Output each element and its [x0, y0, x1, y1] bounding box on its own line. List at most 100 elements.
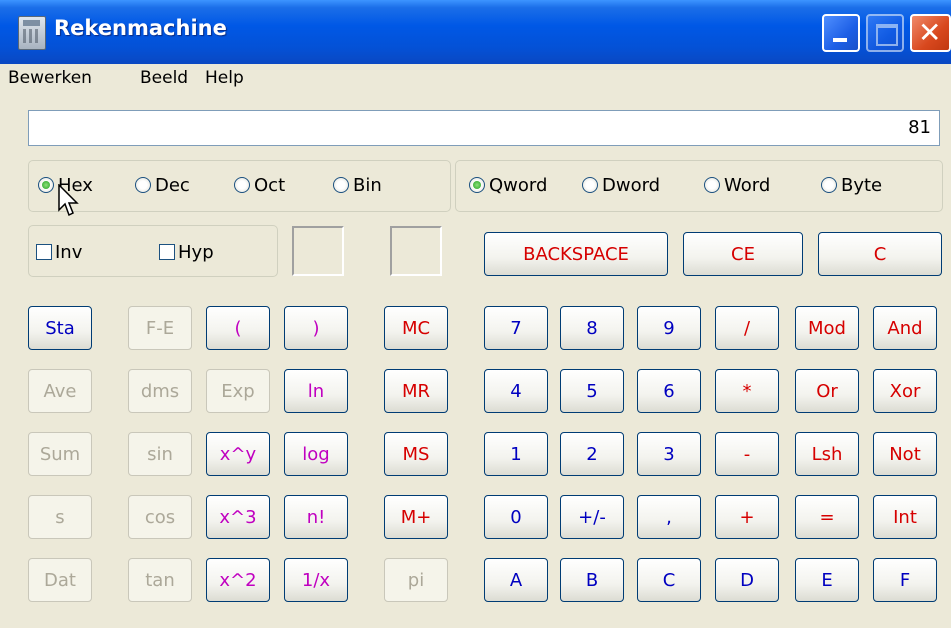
- key-nfact-button[interactable]: n!: [284, 495, 348, 539]
- key-minus-button[interactable]: -: [715, 432, 779, 476]
- key-dat-button[interactable]: Dat: [28, 558, 92, 602]
- key-9-button[interactable]: 9: [637, 306, 701, 350]
- menu-bar: Bewerken Beeld Help: [0, 64, 951, 94]
- radio-dword-indicator: [582, 177, 598, 193]
- key-mr-button[interactable]: MR: [384, 369, 448, 413]
- radio-oct[interactable]: Oct: [234, 175, 285, 196]
- radio-byte-indicator: [821, 177, 837, 193]
- key-f-button[interactable]: F: [873, 558, 937, 602]
- key-mc-button[interactable]: MC: [384, 306, 448, 350]
- key-mplus-button[interactable]: M+: [384, 495, 448, 539]
- key-equals-button[interactable]: =: [795, 495, 859, 539]
- key-2-button[interactable]: 2: [560, 432, 624, 476]
- radio-dec[interactable]: Dec: [135, 175, 190, 196]
- key-b-button[interactable]: B: [560, 558, 624, 602]
- key-sum-button[interactable]: Sum: [28, 432, 92, 476]
- key-lparen-button[interactable]: (: [206, 306, 270, 350]
- radio-dword[interactable]: Dword: [582, 175, 660, 196]
- radio-qword-label: Qword: [489, 175, 548, 196]
- key-fminuse-button[interactable]: F-E: [128, 306, 192, 350]
- ce-button[interactable]: CE: [683, 232, 803, 276]
- key-6-button[interactable]: 6: [637, 369, 701, 413]
- calculator-icon: [18, 16, 46, 50]
- key-c-button[interactable]: C: [637, 558, 701, 602]
- radio-word-indicator: [704, 177, 720, 193]
- inv-checkbox-box: [36, 244, 52, 260]
- hyp-label: Hyp: [178, 242, 214, 263]
- radio-oct-indicator: [234, 177, 250, 193]
- key-d-button[interactable]: D: [715, 558, 779, 602]
- radio-bin-label: Bin: [353, 175, 382, 196]
- radio-word[interactable]: Word: [704, 175, 770, 196]
- key-rparen-button[interactable]: ): [284, 306, 348, 350]
- key-sin-button[interactable]: sin: [128, 432, 192, 476]
- key-mod-button[interactable]: Mod: [795, 306, 859, 350]
- key-mul-button[interactable]: *: [715, 369, 779, 413]
- menu-beeld[interactable]: Beeld: [140, 68, 188, 88]
- key-4-button[interactable]: 4: [484, 369, 548, 413]
- maximize-icon: [876, 24, 898, 46]
- radio-oct-label: Oct: [254, 175, 286, 196]
- key-s-button[interactable]: s: [28, 495, 92, 539]
- key-xor-button[interactable]: Xor: [873, 369, 937, 413]
- menu-bewerken[interactable]: Bewerken: [8, 68, 92, 88]
- radio-dword-label: Dword: [602, 175, 661, 196]
- close-icon: ✕: [918, 16, 942, 49]
- key-and-button[interactable]: And: [873, 306, 937, 350]
- key-3-button[interactable]: 3: [637, 432, 701, 476]
- key-or-button[interactable]: Or: [795, 369, 859, 413]
- key-dms-button[interactable]: dms: [128, 369, 192, 413]
- radio-byte-label: Byte: [841, 175, 883, 196]
- key-sta-button[interactable]: Sta: [28, 306, 92, 350]
- key-7-button[interactable]: 7: [484, 306, 548, 350]
- key-8-button[interactable]: 8: [560, 306, 624, 350]
- inv-label: Inv: [55, 242, 83, 263]
- radio-hex-indicator: [38, 177, 54, 193]
- inv-checkbox[interactable]: Inv: [36, 242, 82, 263]
- maximize-button[interactable]: [866, 14, 904, 52]
- key-1divx-button[interactable]: 1/x: [284, 558, 348, 602]
- hyp-checkbox-box: [159, 244, 175, 260]
- radio-word-label: Word: [724, 175, 771, 196]
- key-tan-button[interactable]: tan: [128, 558, 192, 602]
- key-0-button[interactable]: 0: [484, 495, 548, 539]
- key-exp-button[interactable]: Exp: [206, 369, 270, 413]
- key-a-button[interactable]: A: [484, 558, 548, 602]
- radio-qword[interactable]: Qword: [469, 175, 547, 196]
- key-ave-button[interactable]: Ave: [28, 369, 92, 413]
- key-xpow2-button[interactable]: x^2: [206, 558, 270, 602]
- key-int-button[interactable]: Int: [873, 495, 937, 539]
- key-plus-button[interactable]: +: [715, 495, 779, 539]
- radio-bin-indicator: [333, 177, 349, 193]
- parenthesis-indicator: [292, 226, 344, 276]
- key-e-button[interactable]: E: [795, 558, 859, 602]
- hyp-checkbox[interactable]: Hyp: [159, 242, 214, 263]
- key-cos-button[interactable]: cos: [128, 495, 192, 539]
- key-1-button[interactable]: 1: [484, 432, 548, 476]
- key-pi-button[interactable]: pi: [384, 558, 448, 602]
- key-not-button[interactable]: Not: [873, 432, 937, 476]
- menu-help[interactable]: Help: [205, 68, 244, 88]
- key-xpowy-button[interactable]: x^y: [206, 432, 270, 476]
- key-lsh-button[interactable]: Lsh: [795, 432, 859, 476]
- key-ln-button[interactable]: ln: [284, 369, 348, 413]
- key-div-button[interactable]: /: [715, 306, 779, 350]
- radio-qword-indicator: [469, 177, 485, 193]
- calculator-window: Rekenmachine ✕ Bewerken Beeld Help 81 He…: [0, 0, 951, 628]
- key-comma-button[interactable]: ,: [637, 495, 701, 539]
- key-ms-button[interactable]: MS: [384, 432, 448, 476]
- mouse-cursor-icon: [58, 184, 79, 217]
- c-button[interactable]: C: [818, 232, 942, 276]
- close-button[interactable]: ✕: [910, 14, 951, 52]
- radio-byte[interactable]: Byte: [821, 175, 882, 196]
- window-title: Rekenmachine: [54, 16, 227, 40]
- minimize-button[interactable]: [822, 14, 860, 52]
- title-bar[interactable]: Rekenmachine ✕: [0, 0, 951, 64]
- radio-bin[interactable]: Bin: [333, 175, 382, 196]
- key-log-button[interactable]: log: [284, 432, 348, 476]
- key-5-button[interactable]: 5: [560, 369, 624, 413]
- key-xpow3-button[interactable]: x^3: [206, 495, 270, 539]
- key-plusdivminus-button[interactable]: +/-: [560, 495, 624, 539]
- backspace-button[interactable]: BACKSPACE: [484, 232, 668, 276]
- result-display[interactable]: 81: [28, 110, 940, 146]
